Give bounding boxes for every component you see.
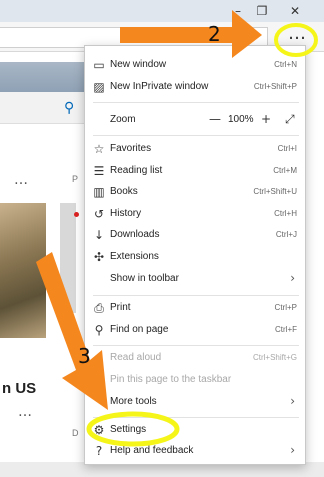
step-number-2: 2 <box>208 22 221 46</box>
yellow-highlight-settings <box>86 411 180 447</box>
step-number-3: 3 <box>78 344 91 368</box>
yellow-highlight-more-button <box>274 23 318 57</box>
orange-arrow-step-2 <box>120 10 262 58</box>
orange-arrow-step-3 <box>36 252 108 410</box>
tutorial-annotations <box>36 10 318 447</box>
